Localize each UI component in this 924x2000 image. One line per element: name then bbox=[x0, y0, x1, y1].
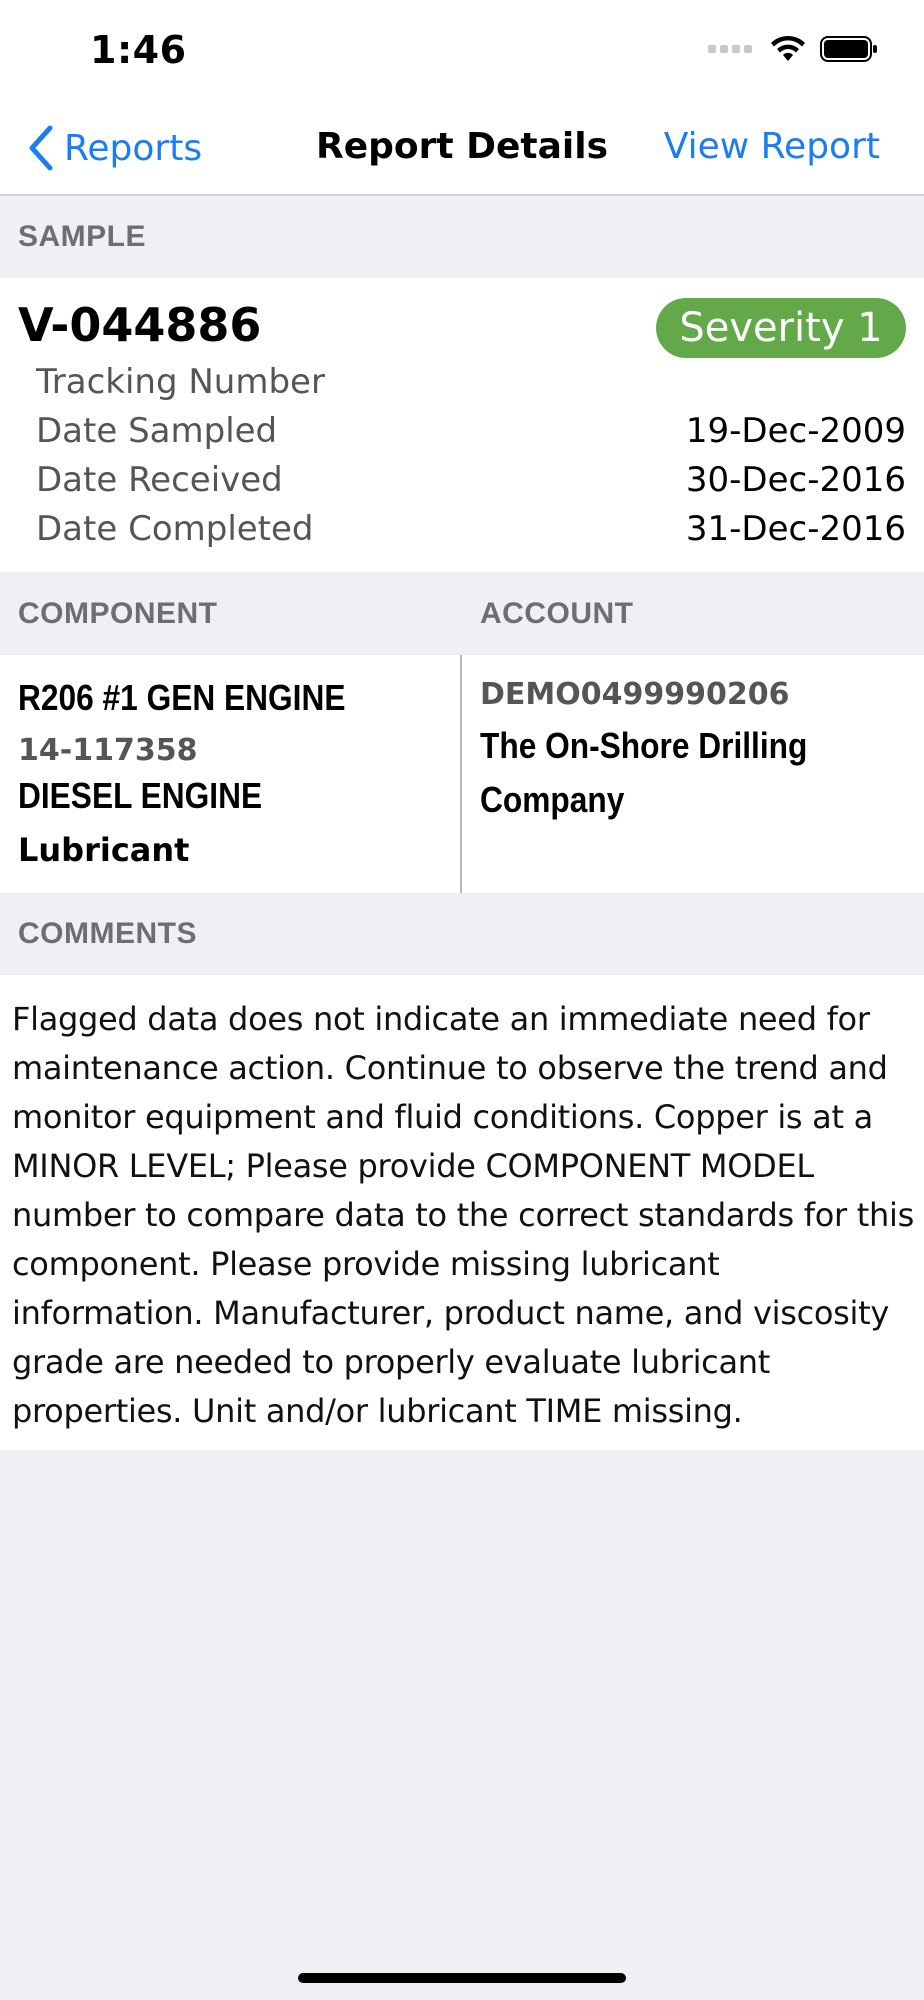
home-indicator[interactable] bbox=[298, 1973, 626, 1983]
component-type: DIESEL ENGINE bbox=[18, 775, 263, 816]
account-name: The On-Shore Drilling Company bbox=[480, 725, 808, 820]
row-label: Date Received bbox=[36, 460, 283, 500]
row-value: 31-Dec-2016 bbox=[685, 509, 906, 549]
section-header-label: COMPONENT bbox=[18, 597, 218, 630]
component-code: 14-117358 bbox=[18, 733, 198, 768]
component-name: R206 #1 GEN ENGINE bbox=[18, 677, 346, 718]
section-header-label: COMMENTS bbox=[18, 917, 197, 950]
row-label: Date Sampled bbox=[36, 411, 278, 451]
row-label: Date Completed bbox=[36, 509, 314, 549]
section-header-sample: SAMPLE bbox=[0, 196, 924, 278]
date-completed-row: Date Completed 31-Dec-2016 bbox=[36, 509, 906, 557]
status-time: 1:46 bbox=[90, 28, 187, 72]
severity-badge: Severity 1 bbox=[656, 298, 906, 358]
account-code: DEMO0499990206 bbox=[480, 677, 790, 712]
component-account-card: R206 #1 GEN ENGINE 14-117358 DIESEL ENGI… bbox=[0, 655, 924, 893]
cellular-signal-icon bbox=[708, 45, 752, 53]
sample-card: V-044886 Severity 1 Tracking Number Date… bbox=[0, 278, 924, 572]
date-sampled-row: Date Sampled 19-Dec-2009 bbox=[36, 411, 906, 459]
section-header-component-account: COMPONENT ACCOUNT bbox=[0, 573, 924, 655]
view-report-button[interactable]: View Report bbox=[664, 126, 880, 167]
section-header-comments: COMMENTS bbox=[0, 893, 924, 975]
wifi-icon bbox=[771, 35, 805, 61]
navigation-bar: Reports Report Details View Report bbox=[0, 100, 924, 196]
row-value: 19-Dec-2009 bbox=[685, 411, 906, 451]
column-divider bbox=[460, 655, 462, 893]
comments-text: Flagged data does not indicate an immedi… bbox=[12, 1000, 914, 1430]
comments-card: Flagged data does not indicate an immedi… bbox=[0, 975, 924, 1450]
component-lubricant: Lubricant bbox=[18, 831, 190, 869]
date-received-row: Date Received 30-Dec-2016 bbox=[36, 460, 906, 508]
section-header-label: SAMPLE bbox=[18, 220, 147, 253]
sample-id: V-044886 bbox=[18, 298, 262, 352]
battery-icon bbox=[820, 36, 877, 62]
row-label: Tracking Number bbox=[36, 362, 325, 402]
tracking-number-row: Tracking Number bbox=[36, 362, 906, 410]
section-header-label: ACCOUNT bbox=[480, 597, 634, 630]
status-bar: 1:46 bbox=[0, 0, 924, 100]
row-value: 30-Dec-2016 bbox=[685, 460, 906, 500]
status-icons bbox=[708, 34, 878, 64]
